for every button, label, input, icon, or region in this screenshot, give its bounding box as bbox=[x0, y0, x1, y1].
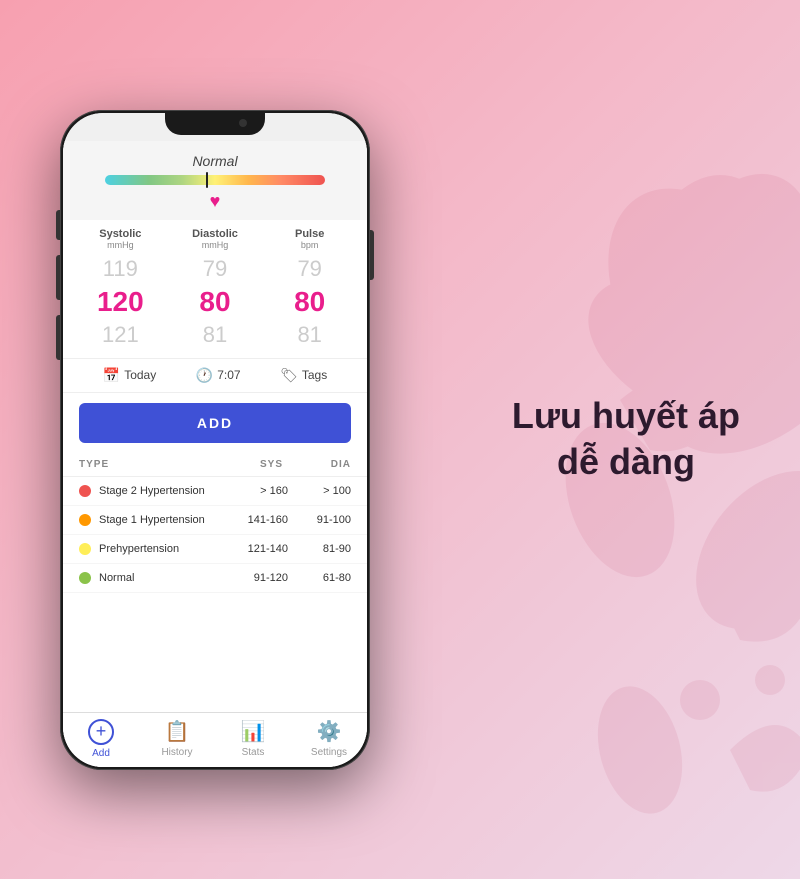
phone-screen: Normal ♥ Systolic mmHg Diastolic bbox=[63, 113, 367, 767]
col-sys: SYS bbox=[215, 459, 283, 470]
add-button[interactable]: ADD bbox=[79, 403, 351, 443]
bottom-nav: + Add 📋 History 📊 Stats ⚙️ Settings bbox=[63, 712, 367, 767]
mute-button bbox=[56, 210, 60, 240]
tags-item[interactable]: 🏷 Tags bbox=[280, 367, 327, 384]
row-dia: 61-80 bbox=[288, 572, 351, 584]
nav-settings[interactable]: ⚙️ Settings bbox=[291, 719, 367, 759]
nav-settings-label: Settings bbox=[311, 747, 347, 758]
col-dia: DIA bbox=[283, 459, 351, 470]
date-item[interactable]: 📅 Today bbox=[103, 367, 156, 384]
status-bar bbox=[63, 113, 367, 141]
curr-diastolic: 80 bbox=[168, 286, 263, 318]
prev-pulse: 79 bbox=[262, 256, 357, 282]
volume-down-button bbox=[56, 315, 60, 360]
tags-label: Tags bbox=[302, 368, 327, 382]
col-type: TYPE bbox=[79, 459, 215, 470]
gauge-label: Normal bbox=[192, 153, 237, 169]
time-label: 7:07 bbox=[217, 368, 240, 382]
table-row: Stage 1 Hypertension 141-160 91-100 bbox=[63, 506, 367, 535]
nav-stats-label: Stats bbox=[242, 747, 265, 758]
gauge-section: Normal ♥ bbox=[63, 141, 367, 220]
systolic-label: Systolic bbox=[73, 228, 168, 240]
curr-measure-row[interactable]: 120 80 80 bbox=[63, 284, 367, 320]
nav-history-label: History bbox=[161, 747, 192, 758]
calendar-icon: 📅 bbox=[103, 367, 120, 384]
next-diastolic: 81 bbox=[168, 322, 263, 348]
phone-device: Normal ♥ Systolic mmHg Diastolic bbox=[60, 110, 370, 770]
time-item[interactable]: 🕐 7:07 bbox=[196, 367, 241, 384]
promo-text-block: Lưu huyết áp dễ dàng bbox=[512, 393, 740, 487]
prev-measure-row[interactable]: 119 79 79 bbox=[63, 254, 367, 284]
next-measure-row[interactable]: 121 81 81 bbox=[63, 320, 367, 350]
table-row: Stage 2 Hypertension > 160 > 100 bbox=[63, 477, 367, 506]
promo-line2: dễ dàng bbox=[557, 442, 695, 483]
settings-icon: ⚙️ bbox=[317, 719, 342, 744]
row-sys: 121-140 bbox=[225, 543, 288, 555]
systolic-unit: mmHg bbox=[73, 240, 168, 250]
row-sys: 91-120 bbox=[225, 572, 288, 584]
prev-diastolic: 79 bbox=[168, 256, 263, 282]
next-pulse: 81 bbox=[262, 322, 357, 348]
row-sys: 141-160 bbox=[225, 514, 288, 526]
pulse-header: Pulse bpm bbox=[262, 228, 357, 250]
add-nav-icon: + bbox=[88, 719, 114, 745]
row-type: Stage 1 Hypertension bbox=[99, 514, 225, 526]
table-row: Normal 91-120 61-80 bbox=[63, 564, 367, 593]
systolic-header: Systolic mmHg bbox=[73, 228, 168, 250]
nav-add-label: Add bbox=[92, 748, 110, 759]
tag-icon: 🏷 bbox=[280, 367, 298, 384]
measure-headers: Systolic mmHg Diastolic mmHg Pulse bpm bbox=[63, 228, 367, 250]
power-button bbox=[370, 230, 374, 280]
row-dia: 91-100 bbox=[288, 514, 351, 526]
clock-icon: 🕐 bbox=[196, 367, 213, 384]
volume-up-button bbox=[56, 255, 60, 300]
gauge-bar bbox=[105, 175, 325, 185]
row-dot bbox=[79, 543, 91, 555]
date-label: Today bbox=[124, 368, 156, 382]
pulse-unit: bpm bbox=[262, 240, 357, 250]
curr-systolic: 120 bbox=[73, 286, 168, 318]
row-dia: 81-90 bbox=[288, 543, 351, 555]
row-dot bbox=[79, 485, 91, 497]
row-dot bbox=[79, 572, 91, 584]
table-section: TYPE SYS DIA Stage 2 Hypertension > 160 … bbox=[63, 453, 367, 712]
table-row: Prehypertension 121-140 81-90 bbox=[63, 535, 367, 564]
phone-frame: Normal ♥ Systolic mmHg Diastolic bbox=[60, 110, 370, 770]
diastolic-unit: mmHg bbox=[168, 240, 263, 250]
table-header: TYPE SYS DIA bbox=[63, 453, 367, 477]
row-dot bbox=[79, 514, 91, 526]
diastolic-label: Diastolic bbox=[168, 228, 263, 240]
history-icon: 📋 bbox=[165, 719, 190, 744]
nav-history[interactable]: 📋 History bbox=[139, 719, 215, 759]
info-row: 📅 Today 🕐 7:07 🏷 Tags bbox=[63, 359, 367, 393]
gauge-needle bbox=[206, 172, 208, 188]
measurement-section: Systolic mmHg Diastolic mmHg Pulse bpm bbox=[63, 220, 367, 359]
row-type: Stage 2 Hypertension bbox=[99, 485, 225, 497]
nav-stats[interactable]: 📊 Stats bbox=[215, 719, 291, 759]
row-type: Normal bbox=[99, 572, 225, 584]
pulse-label: Pulse bbox=[262, 228, 357, 240]
heart-icon: ♥ bbox=[210, 191, 221, 212]
table-rows: Stage 2 Hypertension > 160 > 100 Stage 1… bbox=[63, 477, 367, 593]
row-sys: > 160 bbox=[225, 485, 288, 497]
row-type: Prehypertension bbox=[99, 543, 225, 555]
curr-pulse: 80 bbox=[262, 286, 357, 318]
next-systolic: 121 bbox=[73, 322, 168, 348]
notch bbox=[165, 113, 265, 135]
nav-add[interactable]: + Add bbox=[63, 719, 139, 759]
promo-line1: Lưu huyết áp bbox=[512, 395, 740, 436]
prev-systolic: 119 bbox=[73, 256, 168, 282]
diastolic-header: Diastolic mmHg bbox=[168, 228, 263, 250]
row-dia: > 100 bbox=[288, 485, 351, 497]
app-content: Normal ♥ Systolic mmHg Diastolic bbox=[63, 141, 367, 767]
stats-icon: 📊 bbox=[241, 719, 266, 744]
